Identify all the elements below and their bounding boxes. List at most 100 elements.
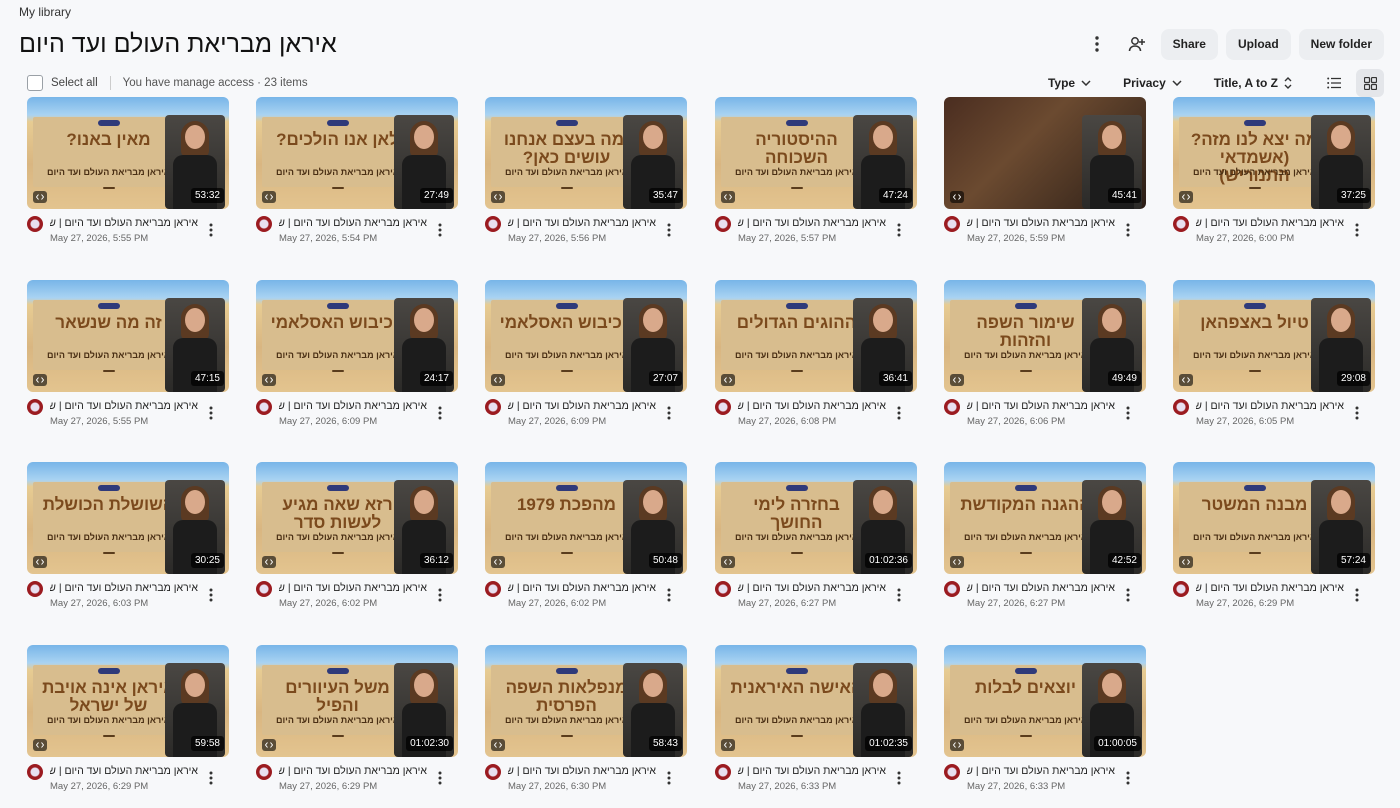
- video-thumbnail[interactable]: מנפלאות השפה הפרסית איראן מבריאת העולם ו…: [485, 645, 687, 757]
- embed-icon[interactable]: [1179, 374, 1193, 386]
- grid-view-icon[interactable]: [1356, 69, 1384, 97]
- video-title[interactable]: איראן מבריאת העולם ועד היום | שיעור 8 - …: [279, 400, 427, 412]
- video-card[interactable]: מנפלאות השפה הפרסית איראן מבריאת העולם ו…: [485, 645, 687, 804]
- video-thumbnail[interactable]: איראן אינה אויבת של ישראל איראן מבריאת ה…: [27, 645, 229, 757]
- more-options-icon[interactable]: [1120, 768, 1136, 788]
- select-all-checkbox[interactable]: [27, 75, 43, 91]
- video-card[interactable]: מאין באנו? איראן מבריאת העולם ועד היום 5…: [27, 97, 229, 256]
- video-card[interactable]: טיול באצפהאן איראן מבריאת העולם ועד היום…: [1173, 280, 1375, 439]
- more-options-icon[interactable]: [203, 403, 219, 423]
- video-card[interactable]: הכיבוש האסלאמי איראן מבריאת העולם ועד הי…: [485, 280, 687, 439]
- more-options-icon[interactable]: [1120, 220, 1136, 240]
- video-title[interactable]: איראן מבריאת העולם ועד היום | שיעור 20 -…: [279, 765, 427, 777]
- video-card[interactable]: מהפכת 1979 איראן מבריאת העולם ועד היום 5…: [485, 462, 687, 621]
- video-card[interactable]: ההגנה המקודשת איראן מבריאת העולם ועד היו…: [944, 462, 1146, 621]
- list-view-icon[interactable]: [1320, 69, 1348, 97]
- embed-icon[interactable]: [1179, 556, 1193, 568]
- video-title[interactable]: איראן מבריאת העולם ועד היום | שיעור 6: מ…: [1196, 217, 1344, 229]
- video-thumbnail[interactable]: יוצאים לבלות איראן מבריאת העולם ועד היום…: [944, 645, 1146, 757]
- more-options-icon[interactable]: [661, 403, 677, 423]
- video-card[interactable]: ומה בעצם אנחנו עושים כאן? איראן מבריאת ה…: [485, 97, 687, 256]
- privacy-filter-dropdown[interactable]: Privacy: [1123, 76, 1182, 90]
- more-options-icon[interactable]: [891, 768, 907, 788]
- embed-icon[interactable]: [33, 739, 47, 751]
- more-options-icon[interactable]: [432, 220, 448, 240]
- more-options-icon[interactable]: [1120, 585, 1136, 605]
- embed-icon[interactable]: [33, 374, 47, 386]
- embed-icon[interactable]: [262, 374, 276, 386]
- embed-icon[interactable]: [262, 191, 276, 203]
- video-thumbnail[interactable]: זה מה שנשאר איראן מבריאת העולם ועד היום …: [27, 280, 229, 392]
- video-title[interactable]: איראן מבריאת העולם ועד היום | שיעור 21 -…: [508, 765, 656, 777]
- video-card[interactable]: רזא שאה מגיע לעשות סדר איראן מבריאת העול…: [256, 462, 458, 621]
- video-thumbnail[interactable]: הכיבוש האסלאמי איראן מבריאת העולם ועד הי…: [256, 280, 458, 392]
- embed-icon[interactable]: [491, 191, 505, 203]
- video-title[interactable]: איראן מבריאת העולם ועד היום | שיעור 19 -…: [50, 765, 198, 777]
- more-options-icon[interactable]: [661, 220, 677, 240]
- video-thumbnail[interactable]: רזא שאה מגיע לעשות סדר איראן מבריאת העול…: [256, 462, 458, 574]
- more-options-icon[interactable]: [891, 585, 907, 605]
- video-title[interactable]: איראן מבריאת העולם ועד היום | שיעור 15 -…: [508, 582, 656, 594]
- video-title[interactable]: איראן מבריאת העולם ועד היום | שיעור 13 -…: [50, 582, 198, 594]
- embed-icon[interactable]: [721, 556, 735, 568]
- more-options-icon[interactable]: [432, 403, 448, 423]
- video-card[interactable]: השושלת הכושלת איראן מבריאת העולם ועד היו…: [27, 462, 229, 621]
- video-card[interactable]: ההיסטוריה השכוחה איראן מבריאת העולם ועד …: [715, 97, 917, 256]
- add-person-icon[interactable]: [1121, 28, 1153, 60]
- video-card[interactable]: 45:41 איראן מבריאת העולם ועד היום | שיעו…: [944, 97, 1146, 256]
- embed-icon[interactable]: [950, 191, 964, 203]
- more-options-icon[interactable]: [661, 768, 677, 788]
- more-options-icon[interactable]: [203, 220, 219, 240]
- video-title[interactable]: איראן מבריאת העולם ועד היום | שיעור 14 -…: [279, 582, 427, 594]
- type-filter-dropdown[interactable]: Type: [1048, 76, 1091, 90]
- embed-icon[interactable]: [491, 556, 505, 568]
- video-card[interactable]: האישה האיראנית איראן מבריאת העולם ועד הי…: [715, 645, 917, 804]
- embed-icon[interactable]: [1179, 191, 1193, 203]
- video-thumbnail[interactable]: מה יצא לנו מזה? (אשמדאי התנוריש) איראן מ…: [1173, 97, 1375, 209]
- video-card[interactable]: יוצאים לבלות איראן מבריאת העולם ועד היום…: [944, 645, 1146, 804]
- video-thumbnail[interactable]: שימור השפה והזהות איראן מבריאת העולם ועד…: [944, 280, 1146, 392]
- embed-icon[interactable]: [491, 374, 505, 386]
- more-options-icon[interactable]: [891, 220, 907, 240]
- embed-icon[interactable]: [491, 739, 505, 751]
- video-title[interactable]: איראן מבריאת העולם ועד היום | שיעור 4 - …: [738, 217, 886, 229]
- embed-icon[interactable]: [33, 191, 47, 203]
- sort-dropdown[interactable]: Title, A to Z: [1214, 76, 1292, 90]
- more-options-icon[interactable]: [1120, 403, 1136, 423]
- breadcrumb[interactable]: My library: [19, 5, 71, 19]
- video-title[interactable]: איראן מבריאת העולם ועד היום | שיעור 22 -…: [738, 765, 886, 777]
- video-title[interactable]: איראן מבריאת העולם ועד היום | שיעור 11 -…: [967, 400, 1115, 412]
- embed-icon[interactable]: [950, 556, 964, 568]
- new-folder-button[interactable]: New folder: [1298, 28, 1384, 60]
- embed-icon[interactable]: [950, 374, 964, 386]
- video-card[interactable]: משל העיוורים והפיל איראן מבריאת העולם וע…: [256, 645, 458, 804]
- video-title[interactable]: איראן מבריאת העולם ועד היום | שיעור 1 - …: [50, 217, 198, 229]
- video-card[interactable]: מה יצא לנו מזה? (אשמדאי התנוריש) איראן מ…: [1173, 97, 1375, 256]
- embed-icon[interactable]: [33, 556, 47, 568]
- more-options-icon[interactable]: [891, 403, 907, 423]
- video-title[interactable]: איראן מבריאת העולם ועד היום | שיעור 17 -…: [967, 582, 1115, 594]
- embed-icon[interactable]: [721, 739, 735, 751]
- video-card[interactable]: ההוגים הגדולים איראן מבריאת העולם ועד הי…: [715, 280, 917, 439]
- more-options-icon[interactable]: [432, 768, 448, 788]
- video-title[interactable]: איראן מבריאת העולם ועד היום | שיעור 12 -…: [1196, 400, 1344, 412]
- video-title[interactable]: איראן מבריאת העולם ועד היום | שיעור 7: ז…: [50, 400, 198, 412]
- more-options-icon[interactable]: [203, 585, 219, 605]
- video-title[interactable]: איראן מבריאת העולם ועד היום | שיעור 10 -…: [738, 400, 886, 412]
- video-title[interactable]: איראן מבריאת העולם ועד היום | שיעור 9 - …: [508, 400, 656, 412]
- video-thumbnail[interactable]: ההיסטוריה השכוחה איראן מבריאת העולם ועד …: [715, 97, 917, 209]
- video-card[interactable]: לאן אנו הולכים? איראן מבריאת העולם ועד ה…: [256, 97, 458, 256]
- more-options-icon[interactable]: [1349, 585, 1365, 605]
- embed-icon[interactable]: [262, 739, 276, 751]
- video-thumbnail[interactable]: האישה האיראנית איראן מבריאת העולם ועד הי…: [715, 645, 917, 757]
- embed-icon[interactable]: [721, 191, 735, 203]
- video-card[interactable]: מבנה המשטר איראן מבריאת העולם ועד היום 5…: [1173, 462, 1375, 621]
- video-thumbnail[interactable]: ההוגים הגדולים איראן מבריאת העולם ועד הי…: [715, 280, 917, 392]
- embed-icon[interactable]: [262, 556, 276, 568]
- video-thumbnail[interactable]: משל העיוורים והפיל איראן מבריאת העולם וע…: [256, 645, 458, 757]
- video-thumbnail[interactable]: מהפכת 1979 איראן מבריאת העולם ועד היום 5…: [485, 462, 687, 574]
- upload-button[interactable]: Upload: [1225, 28, 1291, 60]
- more-options-icon[interactable]: [432, 585, 448, 605]
- video-title[interactable]: איראן מבריאת העולם ועד היום | שיעור 3 - …: [508, 217, 656, 229]
- video-thumbnail[interactable]: מבנה המשטר איראן מבריאת העולם ועד היום 5…: [1173, 462, 1375, 574]
